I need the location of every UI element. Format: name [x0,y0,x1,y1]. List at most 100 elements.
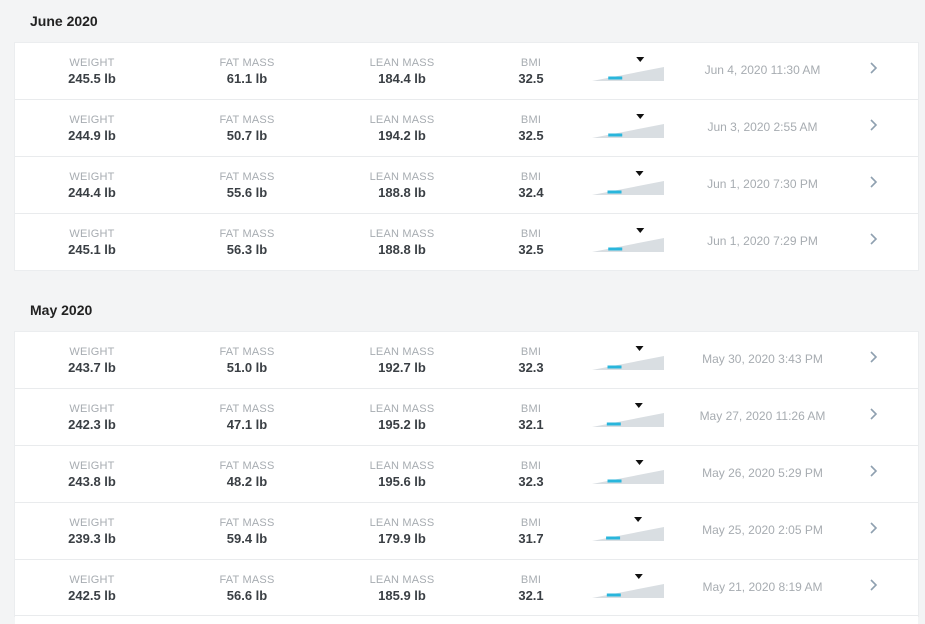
lean-mass-label: LEAN MASS [369,57,435,69]
fat-mass-stat: FAT MASS 48.2 lb [177,460,317,490]
measurement-row[interactable]: WEIGHT 242.5 lb FAT MASS 56.6 lb LEAN MASS 18… [15,560,918,616]
measurement-row[interactable]: WEIGHT 239.3 lb FAT MASS 59.4 lb LEAN MASS 17… [15,503,918,560]
weight-value: 239.3 lb [68,531,116,546]
measurement-row[interactable]: WEIGHT 245.5 lb FAT MASS 61.1 lb LEAN MASS 18… [15,43,918,100]
bmi-stat: BMI 32.4 [461,171,601,201]
bmi-value: 32.5 [518,71,544,86]
gauge-fill [606,422,621,426]
fat-mass-label: FAT MASS [219,346,275,358]
bmi-gauge-icon [590,112,666,142]
gauge-fill [607,365,622,369]
fat-mass-stat: FAT MASS 59.4 lb [177,517,317,547]
weight-value: 242.3 lb [68,417,116,432]
section-card-may: WEIGHT 243.7 lb FAT MASS 51.0 lb LEAN MASS 19… [15,332,918,616]
bmi-label: BMI [520,460,542,472]
bmi-value: 32.1 [518,588,544,603]
bmi-gauge-icon [590,169,666,199]
weight-label: WEIGHT [69,171,115,183]
measurement-date: May 21, 2020 8:19 AM [702,580,823,594]
lean-mass-value: 188.8 lb [378,242,426,257]
section-card-june: WEIGHT 245.5 lb FAT MASS 61.1 lb LEAN MASS 18… [15,43,918,270]
bmi-value: 32.5 [518,128,544,143]
fat-mass-stat: FAT MASS 61.1 lb [177,57,317,87]
bmi-label: BMI [520,114,542,126]
chevron-right-icon[interactable] [864,463,882,483]
bmi-gauge-icon [590,401,666,431]
measurement-date: Jun 3, 2020 2:55 AM [707,120,818,134]
bmi-label: BMI [520,574,542,586]
measurement-row[interactable]: WEIGHT 242.3 lb FAT MASS 47.1 lb LEAN MASS 19… [15,389,918,446]
weight-value: 243.8 lb [68,474,116,489]
gauge-track [592,584,664,598]
bmi-stat: BMI 32.5 [461,228,601,258]
bmi-value: 32.5 [518,242,544,257]
measurement-row[interactable]: WEIGHT 243.7 lb FAT MASS 51.0 lb LEAN MASS 19… [15,332,918,389]
weight-stat: WEIGHT 239.3 lb [22,517,162,547]
chevron-right-icon[interactable] [864,577,882,597]
bmi-value: 32.3 [518,360,544,375]
chevron-right-icon[interactable] [864,117,882,137]
measurement-row[interactable]: WEIGHT 244.9 lb FAT MASS 50.7 lb LEAN MASS 19… [15,100,918,157]
measurement-date: Jun 1, 2020 7:29 PM [707,234,818,248]
measurement-date: Jun 1, 2020 7:30 PM [707,177,818,191]
fat-mass-label: FAT MASS [219,517,275,529]
gauge-track [592,67,664,81]
lean-mass-value: 184.4 lb [378,71,426,86]
gauge-track [592,181,664,195]
gauge-marker [635,171,644,176]
lean-mass-stat: LEAN MASS 188.8 lb [332,228,472,258]
bmi-stat: BMI 32.5 [461,114,601,144]
chevron-right-icon[interactable] [864,231,882,251]
bmi-stat: BMI 31.7 [461,517,601,547]
gauge-marker [635,460,644,465]
bmi-gauge-icon [590,226,666,256]
lean-mass-label: LEAN MASS [369,517,435,529]
bmi-gauge-icon [590,515,666,545]
fat-mass-value: 47.1 lb [226,417,268,432]
measurement-date: May 26, 2020 5:29 PM [702,466,823,480]
lean-mass-value: 195.6 lb [378,474,426,489]
chevron-right-icon[interactable] [864,406,882,426]
weight-value: 244.4 lb [68,185,116,200]
chevron-right-icon[interactable] [864,174,882,194]
fat-mass-label: FAT MASS [219,57,275,69]
bmi-gauge-icon [590,572,666,602]
lean-mass-label: LEAN MASS [369,114,435,126]
bmi-label: BMI [520,517,542,529]
section-title-may: May 2020 [30,302,93,318]
lean-mass-value: 194.2 lb [378,128,426,143]
fat-mass-value: 48.2 lb [226,474,268,489]
fat-mass-stat: FAT MASS 55.6 lb [177,171,317,201]
measurement-row[interactable]: WEIGHT 245.1 lb FAT MASS 56.3 lb LEAN MASS 18… [15,214,918,270]
lean-mass-stat: LEAN MASS 194.2 lb [332,114,472,144]
fat-mass-value: 56.3 lb [226,242,268,257]
lean-mass-stat: LEAN MASS 185.9 lb [332,574,472,604]
weight-stat: WEIGHT 244.4 lb [22,171,162,201]
weight-label: WEIGHT [69,574,115,586]
measurement-date: Jun 4, 2020 11:30 AM [704,63,821,77]
lean-mass-label: LEAN MASS [369,460,435,472]
measurement-row[interactable]: WEIGHT 243.8 lb FAT MASS 48.2 lb LEAN MASS 19… [15,446,918,503]
measurement-row[interactable]: WEIGHT 244.4 lb FAT MASS 55.6 lb LEAN MASS 18… [15,157,918,214]
chevron-right-icon[interactable] [864,520,882,540]
chevron-right-icon[interactable] [864,349,882,369]
bmi-stat: BMI 32.1 [461,574,601,604]
gauge-marker [635,346,644,351]
weight-label: WEIGHT [69,114,115,126]
measurement-date: May 25, 2020 2:05 PM [702,523,823,537]
gauge-fill [606,593,621,597]
gauge-marker [634,574,643,579]
chevron-right-icon[interactable] [864,60,882,80]
gauge-track [592,470,664,484]
lean-mass-label: LEAN MASS [369,171,435,183]
lean-mass-stat: LEAN MASS 195.6 lb [332,460,472,490]
gauge-track [592,356,664,370]
bmi-value: 32.3 [518,474,544,489]
gauge-track [592,413,664,427]
gauge-track [592,238,664,252]
gauge-fill [608,247,623,251]
measurement-date: May 27, 2020 11:26 AM [699,409,826,423]
fat-mass-value: 56.6 lb [226,588,268,603]
fat-mass-label: FAT MASS [219,460,275,472]
weight-label: WEIGHT [69,517,115,529]
